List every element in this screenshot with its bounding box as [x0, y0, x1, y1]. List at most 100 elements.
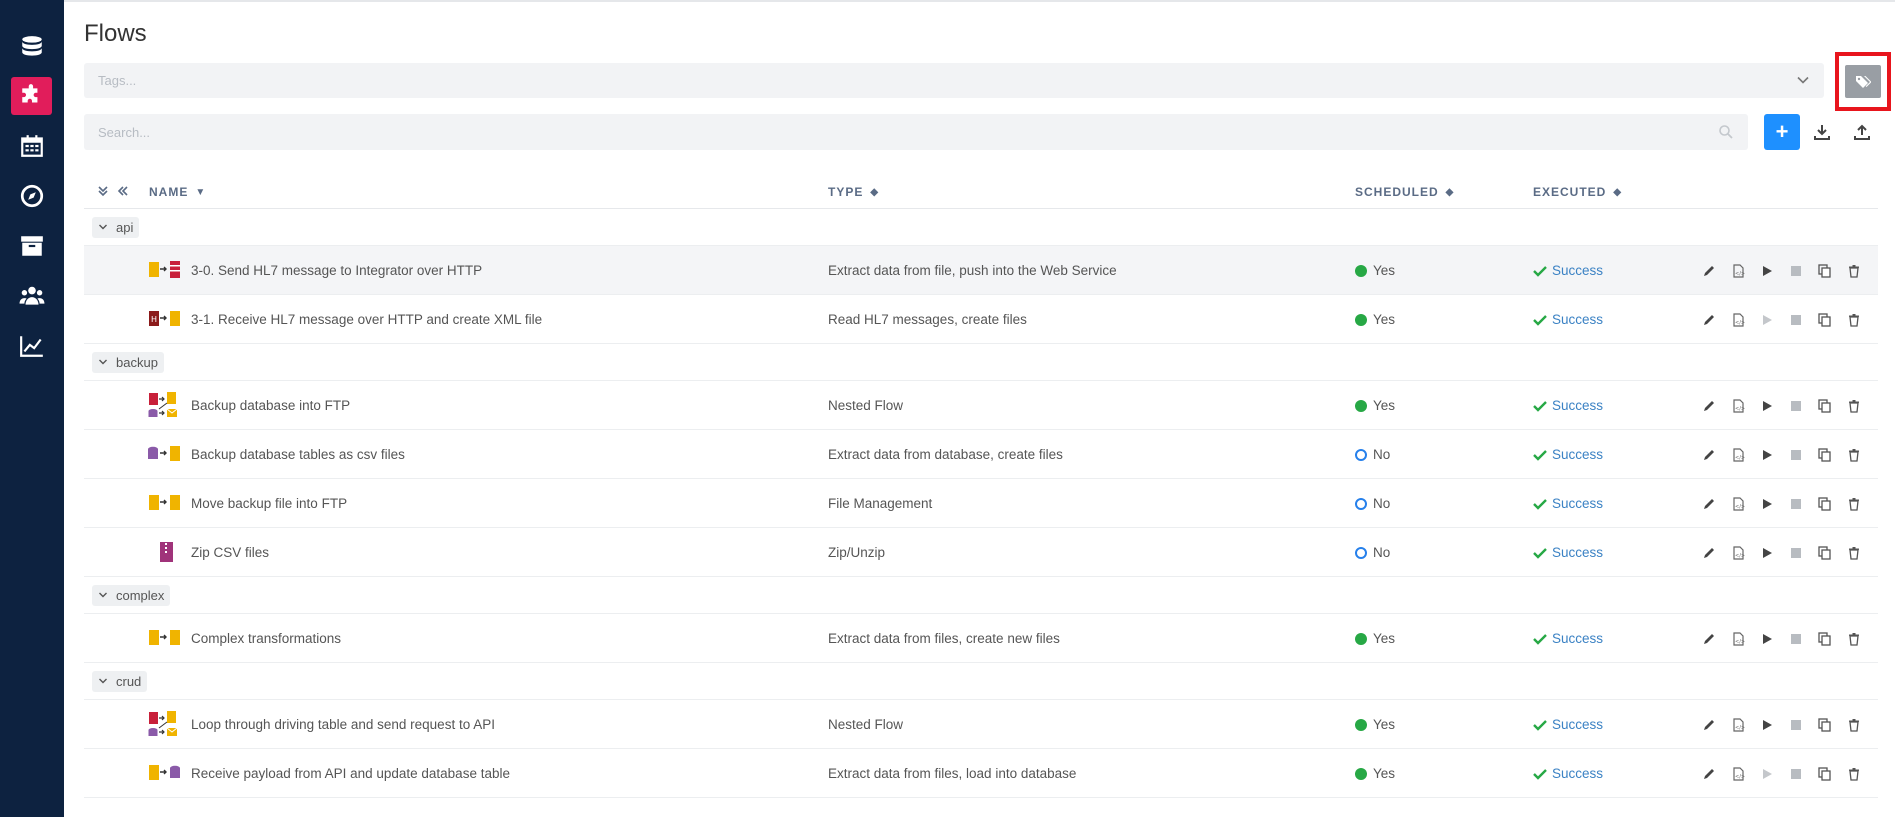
duplicate-button[interactable] [1816, 544, 1834, 562]
delete-button[interactable] [1845, 446, 1863, 464]
table-row[interactable]: Loop through driving table and send requ… [84, 700, 1878, 749]
flow-name-link[interactable]: 3-0. Send HL7 message to Integrator over… [191, 246, 482, 295]
group-toggle[interactable]: crud [92, 670, 148, 692]
edit-button[interactable] [1700, 544, 1718, 562]
flow-name-link[interactable]: Complex transformations [191, 614, 341, 663]
table-row[interactable]: Complex transformations Extract data from… [84, 614, 1878, 663]
sidebar-item-users[interactable] [11, 277, 52, 315]
view-source-button[interactable]: </> [1729, 544, 1747, 562]
run-button[interactable] [1758, 544, 1776, 562]
flow-name-link[interactable]: 3-1. Receive HL7 message over HTTP and c… [191, 295, 542, 344]
sidebar-item-connections[interactable] [11, 28, 52, 66]
table-row[interactable]: Zip CSV files Zip/Unzip No Success </> [84, 528, 1878, 577]
delete-button[interactable] [1845, 495, 1863, 513]
flow-name-link[interactable]: Zip CSV files [191, 528, 269, 577]
delete-button[interactable] [1845, 716, 1863, 734]
executed-status[interactable]: Success [1533, 246, 1603, 295]
run-button[interactable] [1758, 311, 1776, 329]
table-row[interactable]: 3-0. Send HL7 message to Integrator over… [84, 246, 1878, 295]
group-toggle[interactable]: api [92, 216, 140, 238]
executed-status[interactable]: Success [1533, 430, 1603, 479]
column-header-type[interactable]: TYPE ◆ [828, 175, 879, 209]
run-button[interactable] [1758, 765, 1776, 783]
group-row-crud[interactable]: crud [84, 663, 1878, 700]
view-source-button[interactable]: </> [1729, 446, 1747, 464]
stop-button[interactable] [1787, 495, 1805, 513]
column-header-executed[interactable]: EXECUTED ◆ [1533, 175, 1622, 209]
tags-select[interactable]: Tags... [84, 63, 1824, 98]
duplicate-button[interactable] [1816, 397, 1834, 415]
add-flow-button[interactable]: + [1764, 114, 1800, 150]
run-button[interactable] [1758, 262, 1776, 280]
edit-button[interactable] [1700, 765, 1718, 783]
tags-button[interactable] [1845, 65, 1881, 98]
view-source-button[interactable]: </> [1729, 495, 1747, 513]
executed-status[interactable]: Success [1533, 381, 1603, 430]
delete-button[interactable] [1845, 262, 1863, 280]
duplicate-button[interactable] [1816, 495, 1834, 513]
stop-button[interactable] [1787, 446, 1805, 464]
executed-status[interactable]: Success [1533, 614, 1603, 663]
duplicate-button[interactable] [1816, 262, 1834, 280]
delete-button[interactable] [1845, 544, 1863, 562]
flow-name-link[interactable]: Backup database into FTP [191, 381, 350, 430]
stop-button[interactable] [1787, 630, 1805, 648]
column-header-name[interactable]: NAME ▼ [149, 175, 206, 209]
stop-button[interactable] [1787, 397, 1805, 415]
sidebar-item-archive[interactable] [11, 227, 52, 265]
duplicate-button[interactable] [1816, 446, 1834, 464]
flow-name-link[interactable]: Receive payload from API and update data… [191, 749, 510, 798]
duplicate-button[interactable] [1816, 630, 1834, 648]
group-row-complex[interactable]: complex [84, 577, 1878, 614]
run-button[interactable] [1758, 397, 1776, 415]
column-header-scheduled[interactable]: SCHEDULED ◆ [1355, 175, 1454, 209]
download-icon[interactable] [1812, 122, 1832, 142]
edit-button[interactable] [1700, 311, 1718, 329]
view-source-button[interactable]: </> [1729, 397, 1747, 415]
run-button[interactable] [1758, 630, 1776, 648]
delete-button[interactable] [1845, 311, 1863, 329]
expand-all-icon[interactable] [96, 184, 110, 198]
edit-button[interactable] [1700, 446, 1718, 464]
stop-button[interactable] [1787, 544, 1805, 562]
sidebar-item-schedules[interactable] [11, 127, 52, 165]
edit-button[interactable] [1700, 495, 1718, 513]
sidebar-item-statistics[interactable] [11, 327, 52, 365]
run-button[interactable] [1758, 495, 1776, 513]
executed-status[interactable]: Success [1533, 295, 1603, 344]
stop-button[interactable] [1787, 765, 1805, 783]
edit-button[interactable] [1700, 397, 1718, 415]
group-toggle[interactable]: complex [92, 584, 171, 606]
stop-button[interactable] [1787, 311, 1805, 329]
edit-button[interactable] [1700, 630, 1718, 648]
view-source-button[interactable]: </> [1729, 716, 1747, 734]
run-button[interactable] [1758, 446, 1776, 464]
search-input[interactable]: Search... [84, 114, 1748, 150]
table-row[interactable]: Backup database into FTP Nested Flow Yes Su… [84, 381, 1878, 430]
group-row-backup[interactable]: backup [84, 344, 1878, 381]
view-source-button[interactable]: </> [1729, 630, 1747, 648]
stop-button[interactable] [1787, 262, 1805, 280]
sidebar-item-flows[interactable] [11, 77, 52, 115]
table-row[interactable]: H 3-1. Receive HL7 message over HTTP and … [84, 295, 1878, 344]
collapse-all-icon[interactable] [116, 184, 130, 198]
executed-status[interactable]: Success [1533, 528, 1603, 577]
duplicate-button[interactable] [1816, 311, 1834, 329]
duplicate-button[interactable] [1816, 716, 1834, 734]
flow-name-link[interactable]: Backup database tables as csv files [191, 430, 405, 479]
edit-button[interactable] [1700, 716, 1718, 734]
group-row-api[interactable]: api [84, 209, 1878, 246]
sidebar-item-agents[interactable] [11, 177, 52, 215]
table-row[interactable]: Move backup file into FTP File Management… [84, 479, 1878, 528]
run-button[interactable] [1758, 716, 1776, 734]
table-row[interactable]: Backup database tables as csv files Extra… [84, 430, 1878, 479]
stop-button[interactable] [1787, 716, 1805, 734]
flow-name-link[interactable]: Move backup file into FTP [191, 479, 347, 528]
edit-button[interactable] [1700, 262, 1718, 280]
view-source-button[interactable]: </> [1729, 262, 1747, 280]
group-toggle[interactable]: backup [92, 351, 164, 373]
delete-button[interactable] [1845, 630, 1863, 648]
delete-button[interactable] [1845, 397, 1863, 415]
view-source-button[interactable]: </> [1729, 311, 1747, 329]
executed-status[interactable]: Success [1533, 700, 1603, 749]
